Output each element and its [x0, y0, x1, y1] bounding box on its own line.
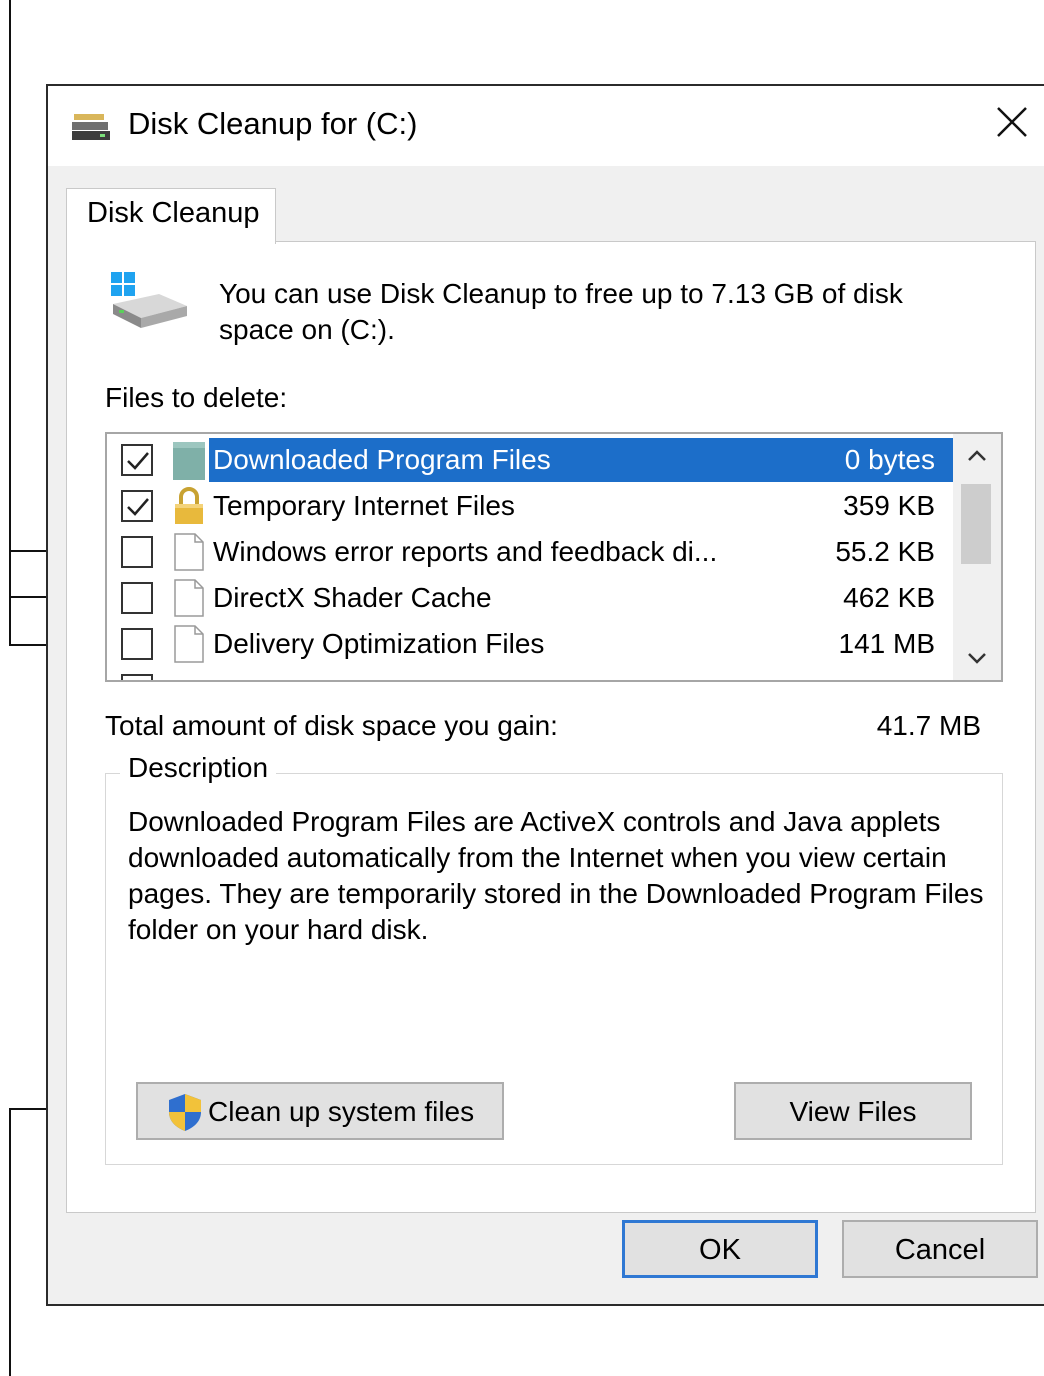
ok-button[interactable]: OK — [622, 1220, 818, 1278]
checkbox-temporary-internet-files[interactable] — [121, 490, 153, 522]
file-name: Temporary Internet Files — [213, 490, 515, 521]
callout-line-cleanup-vertical — [9, 1108, 11, 1376]
check-icon — [127, 498, 149, 516]
total-space-label: Total amount of disk space you gain: — [105, 710, 558, 741]
file-icon — [174, 533, 204, 571]
list-item-temporary-internet-files[interactable]: Temporary Internet Files 359 KB — [107, 484, 953, 528]
clean-up-system-files-button[interactable]: Clean up system files — [136, 1082, 504, 1140]
disk-cleanup-dialog: Disk Cleanup for (C:) Disk Cleanup You c… — [46, 84, 1044, 1306]
check-icon — [127, 452, 149, 470]
description-group: Description Downloaded Program Files are… — [105, 752, 1003, 1165]
file-name: Windows error reports and feedback di... — [213, 536, 718, 567]
file-size: 0 bytes — [844, 444, 935, 475]
file-name: Delivery Optimization Files — [213, 628, 545, 659]
scrollbar-thumb[interactable] — [961, 484, 991, 564]
chevron-down-icon[interactable] — [953, 636, 1001, 680]
file-icon — [174, 579, 204, 617]
cancel-button[interactable]: Cancel — [842, 1220, 1038, 1278]
tab-disk-cleanup[interactable]: Disk Cleanup — [66, 188, 276, 244]
file-name: DirectX Shader Cache — [213, 582, 492, 613]
lock-icon — [175, 487, 203, 524]
checkbox-delivery-optimization-files[interactable] — [121, 628, 153, 660]
checkbox-partial — [121, 674, 153, 680]
folder-icon — [173, 442, 205, 480]
window-title: Disk Cleanup for (C:) — [128, 106, 418, 141]
dialog-client-area: Disk Cleanup You can use Disk Cleanup to… — [48, 166, 1044, 1304]
checkbox-directx-shader-cache[interactable] — [121, 582, 153, 614]
file-size: 462 KB — [843, 582, 935, 613]
list-item-partial — [107, 668, 953, 680]
file-size: 359 KB — [843, 490, 935, 521]
files-to-delete-list[interactable]: Downloaded Program Files 0 bytes Tempora… — [105, 432, 1003, 682]
list-item-directx-shader-cache[interactable]: DirectX Shader Cache 462 KB — [107, 576, 953, 620]
list-scrollbar[interactable] — [953, 434, 1001, 680]
tab-panel: You can use Disk Cleanup to free up to 7… — [66, 241, 1036, 1213]
file-name: Downloaded Program Files — [213, 444, 551, 475]
list-item-windows-error-reports[interactable]: Windows error reports and feedback di...… — [107, 530, 953, 574]
list-item-downloaded-program-files[interactable]: Downloaded Program Files 0 bytes — [107, 438, 953, 482]
total-space-value: 41.7 MB — [876, 710, 981, 741]
file-size: 141 MB — [838, 628, 936, 659]
view-files-button[interactable]: View Files — [734, 1082, 972, 1140]
file-size: 55.2 KB — [835, 536, 935, 567]
close-icon[interactable] — [994, 104, 1030, 140]
disk-cleanup-icon — [72, 114, 110, 140]
checkbox-downloaded-program-files[interactable] — [121, 444, 153, 476]
chevron-up-icon[interactable] — [953, 434, 1001, 478]
files-to-delete-label: Files to delete: — [105, 382, 288, 413]
shield-icon — [169, 1094, 201, 1131]
clean-up-system-files-label: Clean up system files — [208, 1096, 475, 1127]
description-legend: Description — [120, 752, 277, 784]
checkbox-windows-error-reports[interactable] — [121, 536, 153, 568]
file-icon — [174, 625, 204, 663]
description-text: Downloaded Program Files are ActiveX con… — [128, 806, 984, 945]
list-item-delivery-optimization-files[interactable]: Delivery Optimization Files 141 MB — [107, 622, 953, 666]
intro-text: You can use Disk Cleanup to free up to 7… — [219, 278, 903, 345]
drive-icon — [111, 272, 187, 328]
